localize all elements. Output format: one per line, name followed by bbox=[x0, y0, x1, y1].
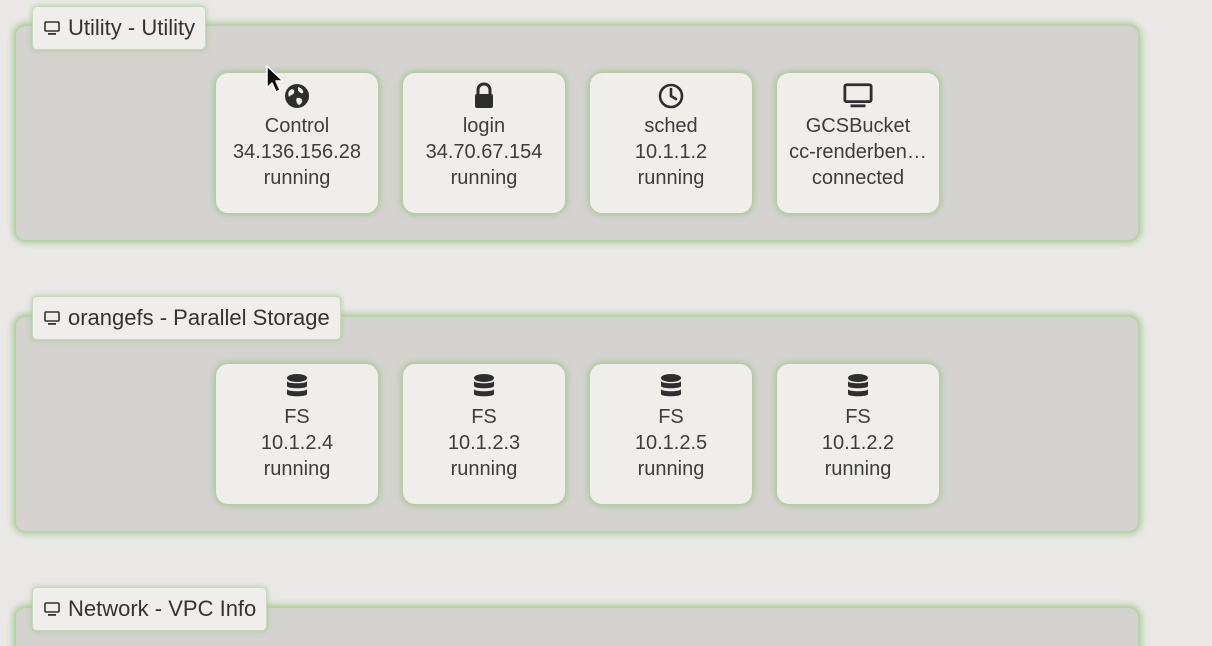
mouse-cursor-icon bbox=[265, 64, 287, 99]
database-icon bbox=[282, 372, 312, 402]
group-utility: Control 34.136.156.28 running login 34.7… bbox=[14, 24, 1140, 242]
monitor-icon bbox=[43, 309, 61, 327]
group-title: Utility - Utility bbox=[68, 15, 196, 40]
node-status: running bbox=[824, 458, 892, 480]
node-status: running bbox=[450, 458, 518, 480]
monitor-icon bbox=[843, 81, 873, 111]
node-address: 10.1.2.4 bbox=[260, 432, 334, 454]
node-status: running bbox=[263, 458, 331, 480]
monitor-icon bbox=[43, 600, 61, 618]
node-name: FS bbox=[284, 406, 310, 428]
node-status: running bbox=[450, 167, 518, 189]
group-label-network[interactable]: Network - VPC Info bbox=[32, 587, 268, 631]
node-address: 10.1.1.2 bbox=[634, 141, 708, 163]
lock-icon bbox=[469, 81, 499, 111]
node-card-fs[interactable]: FS 10.1.2.2 running bbox=[777, 364, 939, 504]
node-card-fs[interactable]: FS 10.1.2.4 running bbox=[216, 364, 378, 504]
node-name: login bbox=[462, 115, 506, 137]
node-card-sched[interactable]: sched 10.1.1.2 running bbox=[590, 73, 752, 213]
node-card-fs[interactable]: FS 10.1.2.3 running bbox=[403, 364, 565, 504]
database-icon bbox=[469, 372, 499, 402]
node-name: Control bbox=[264, 115, 330, 137]
monitor-icon bbox=[43, 19, 61, 37]
node-card-fs[interactable]: FS 10.1.2.5 running bbox=[590, 364, 752, 504]
node-status: running bbox=[263, 167, 331, 189]
database-icon bbox=[656, 372, 686, 402]
node-address: 34.136.156.28 bbox=[233, 141, 361, 163]
node-address: cc-renderben… bbox=[789, 141, 927, 163]
clock-icon bbox=[656, 81, 686, 111]
topology-canvas: Control 34.136.156.28 running login 34.7… bbox=[0, 0, 1212, 646]
node-address: 10.1.2.3 bbox=[447, 432, 521, 454]
node-name: FS bbox=[845, 406, 871, 428]
node-address: 10.1.2.5 bbox=[634, 432, 708, 454]
group-title: Network - VPC Info bbox=[68, 596, 257, 621]
node-card-login[interactable]: login 34.70.67.154 running bbox=[403, 73, 565, 213]
node-name: FS bbox=[658, 406, 684, 428]
group-orangefs: FS 10.1.2.4 running FS 10.1.2.3 running bbox=[14, 315, 1140, 533]
node-name: GCSBucket bbox=[805, 115, 911, 137]
node-address: 10.1.2.2 bbox=[821, 432, 895, 454]
node-name: sched bbox=[644, 115, 698, 137]
node-card-gcsbucket[interactable]: GCSBucket cc-renderben… connected bbox=[777, 73, 939, 213]
group-title: orangefs - Parallel Storage bbox=[68, 305, 330, 330]
database-icon bbox=[843, 372, 873, 402]
group-label-utility[interactable]: Utility - Utility bbox=[32, 6, 207, 50]
node-card-control[interactable]: Control 34.136.156.28 running bbox=[216, 73, 378, 213]
node-status: running bbox=[637, 167, 705, 189]
node-address: 34.70.67.154 bbox=[425, 141, 543, 163]
group-label-orangefs[interactable]: orangefs - Parallel Storage bbox=[32, 296, 341, 340]
node-status: running bbox=[637, 458, 705, 480]
node-name: FS bbox=[471, 406, 497, 428]
node-status: connected bbox=[811, 167, 905, 189]
